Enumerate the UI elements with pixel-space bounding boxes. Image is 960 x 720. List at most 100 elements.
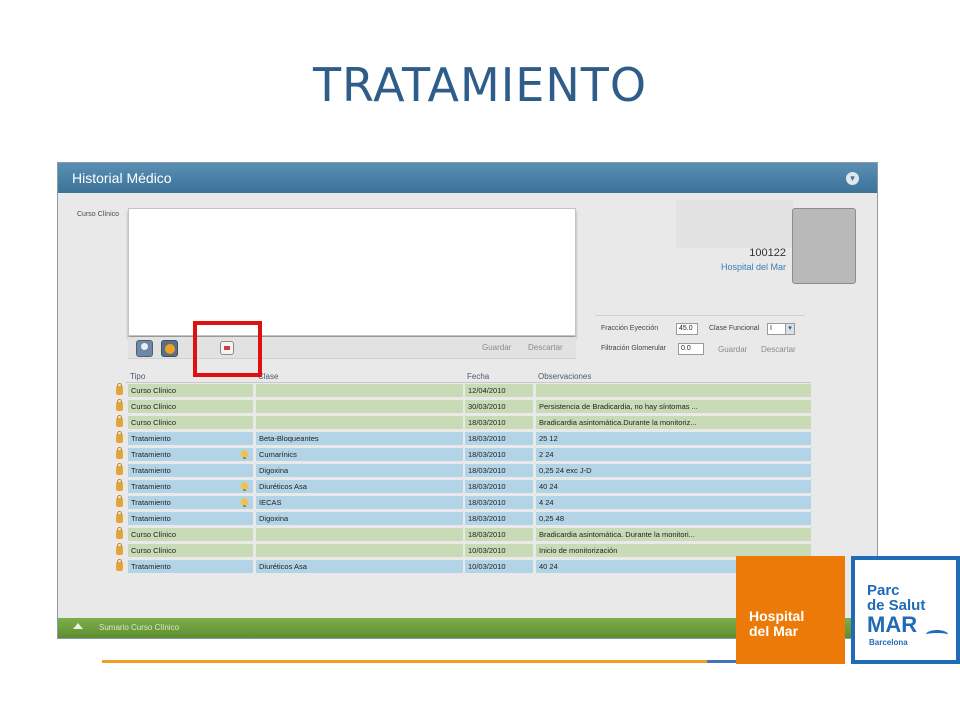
cell-observaciones: 25 12 xyxy=(536,432,811,445)
cell-tipo: Tratamiento xyxy=(128,480,253,493)
table-row[interactable]: Curso Clínico 18/03/2010 Bradicardia asint… xyxy=(58,415,877,429)
table-header-divider xyxy=(126,382,811,383)
cell-tipo: Tratamiento xyxy=(128,496,253,509)
column-header-fecha[interactable]: Fecha xyxy=(467,372,489,381)
window-title: Historial Médico xyxy=(72,170,172,186)
parc-logo-line3: MAR xyxy=(867,612,918,637)
footer-line-blue xyxy=(707,660,737,663)
lightbulb-icon[interactable] xyxy=(241,450,248,459)
filtracion-input[interactable]: 0.0 xyxy=(678,343,704,355)
cell-fecha: 18/03/2010 xyxy=(465,496,533,509)
cell-tipo: Curso Clínico xyxy=(128,528,253,541)
lock-icon xyxy=(116,495,123,507)
cell-fecha: 18/03/2010 xyxy=(465,528,533,541)
cell-observaciones: Bradicardia asintomática. Durante la mon… xyxy=(536,528,811,541)
lightbulb-icon[interactable] xyxy=(241,482,248,491)
clase-funcional-select[interactable]: I xyxy=(767,323,786,335)
cell-fecha: 18/03/2010 xyxy=(465,464,533,477)
slide-title: TRATAMIENTO xyxy=(312,58,648,112)
cell-tipo: Curso Clínico xyxy=(128,400,253,413)
curso-guardar-button[interactable]: Guardar xyxy=(482,343,511,352)
cell-clase xyxy=(256,400,463,413)
patient-photo xyxy=(792,208,856,284)
lightbulb-icon[interactable] xyxy=(241,498,248,507)
column-header-observaciones[interactable]: Observaciones xyxy=(538,372,591,381)
person-icon[interactable] xyxy=(136,340,153,357)
parc-logo-line2: de Salut xyxy=(867,597,926,614)
lock-icon xyxy=(116,479,123,491)
column-header-tipo[interactable]: Tipo xyxy=(130,372,145,381)
cell-observaciones: Persistencia de Bradicardia, no hay sínt… xyxy=(536,400,811,413)
lock-icon xyxy=(116,415,123,427)
cell-fecha: 12/04/2010 xyxy=(465,384,533,397)
patient-name-redacted xyxy=(676,200,793,248)
cell-tipo: Tratamiento xyxy=(128,432,253,445)
window-header: Historial Médico ▾ xyxy=(58,163,877,193)
lock-icon xyxy=(116,447,123,459)
summary-bar-label[interactable]: Sumario Curso Clínico xyxy=(99,623,179,632)
table-row[interactable]: Tratamiento IECAS 18/03/2010 4 24 xyxy=(58,495,877,509)
globe-icon[interactable] xyxy=(161,340,178,357)
cell-fecha: 18/03/2010 xyxy=(465,480,533,493)
clase-funcional-label: Clase Funcional xyxy=(709,325,760,332)
lock-icon xyxy=(116,511,123,523)
cell-observaciones: 40 24 xyxy=(536,480,811,493)
cell-tipo: Tratamiento xyxy=(128,464,253,477)
cell-fecha: 18/03/2010 xyxy=(465,512,533,525)
lock-icon xyxy=(116,543,123,555)
cell-fecha: 30/03/2010 xyxy=(465,400,533,413)
chevron-down-icon[interactable]: ▾ xyxy=(846,172,859,185)
cell-clase: Digoxina xyxy=(256,512,463,525)
cell-observaciones: 4 24 xyxy=(536,496,811,509)
cell-clase xyxy=(256,416,463,429)
cell-observaciones: 0,25 48 xyxy=(536,512,811,525)
cell-clase: Diuréticos Asa xyxy=(256,480,463,493)
cell-clase: Beta-Bloqueantes xyxy=(256,432,463,445)
table-row[interactable]: Tratamiento Digoxina 18/03/2010 0,25 48 xyxy=(58,511,877,525)
table-row[interactable]: Curso Clínico 30/03/2010 Persistencia de B… xyxy=(58,399,877,413)
patient-id: 100122 xyxy=(749,247,786,259)
table-row[interactable]: Curso Clínico 12/04/2010 xyxy=(58,383,877,397)
cell-fecha: 10/03/2010 xyxy=(465,544,533,557)
cell-clase: IECAS xyxy=(256,496,463,509)
cell-observaciones xyxy=(536,384,811,397)
lock-icon xyxy=(116,383,123,395)
chevron-down-icon[interactable]: ▾ xyxy=(785,323,795,335)
cell-clase: Diuréticos Asa xyxy=(256,560,463,573)
cell-tipo: Tratamiento xyxy=(128,512,253,525)
table-row[interactable]: Tratamiento Beta-Bloqueantes 18/03/2010 25 … xyxy=(58,431,877,445)
parc-de-salut-mar-logo: Parc de Salut MAR Barcelona xyxy=(851,556,960,664)
clinical-params-panel: Fracción Eyección 45.0 Clase Funcional I… xyxy=(595,315,805,359)
cell-clase: Cumarínics xyxy=(256,448,463,461)
fraccion-label: Fracción Eyección xyxy=(601,325,659,332)
params-guardar-button[interactable]: Guardar xyxy=(718,345,747,354)
cell-clase xyxy=(256,528,463,541)
parc-logo-line4: Barcelona xyxy=(869,638,908,647)
cell-tipo: Curso Clínico xyxy=(128,416,253,429)
table-row[interactable]: Curso Clínico 18/03/2010 Bradicardia asint… xyxy=(58,527,877,541)
cell-tipo: Curso Clínico xyxy=(128,544,253,557)
params-descartar-button[interactable]: Descartar xyxy=(761,345,796,354)
table-row[interactable]: Tratamiento Diuréticos Asa 18/03/2010 40 24 xyxy=(58,479,877,493)
curso-clinico-textarea[interactable] xyxy=(128,208,576,336)
cell-fecha: 18/03/2010 xyxy=(465,448,533,461)
parc-logo-line1: Parc xyxy=(867,582,900,599)
table-row[interactable]: Tratamiento Digoxina 18/03/2010 0,25 24 exc… xyxy=(58,463,877,477)
fraccion-input[interactable]: 45.0 xyxy=(676,323,698,335)
lock-icon xyxy=(116,527,123,539)
cell-clase xyxy=(256,544,463,557)
filtracion-label: Filtración Glomerular xyxy=(601,345,666,352)
cell-observaciones: Bradicardia asintomática.Durante la moni… xyxy=(536,416,811,429)
lock-icon xyxy=(116,399,123,411)
curso-descartar-button[interactable]: Descartar xyxy=(528,343,563,352)
curso-clinico-label: Curso Clínico xyxy=(77,211,120,218)
cell-fecha: 18/03/2010 xyxy=(465,432,533,445)
lock-icon xyxy=(116,559,123,571)
chevron-up-icon[interactable] xyxy=(73,623,83,629)
cell-tipo: Tratamiento xyxy=(128,560,253,573)
lock-icon xyxy=(116,463,123,475)
table-row[interactable]: Tratamiento Cumarínics 18/03/2010 2 24 xyxy=(58,447,877,461)
cell-tipo: Curso Clínico xyxy=(128,384,253,397)
cell-clase xyxy=(256,384,463,397)
lock-icon xyxy=(116,431,123,443)
